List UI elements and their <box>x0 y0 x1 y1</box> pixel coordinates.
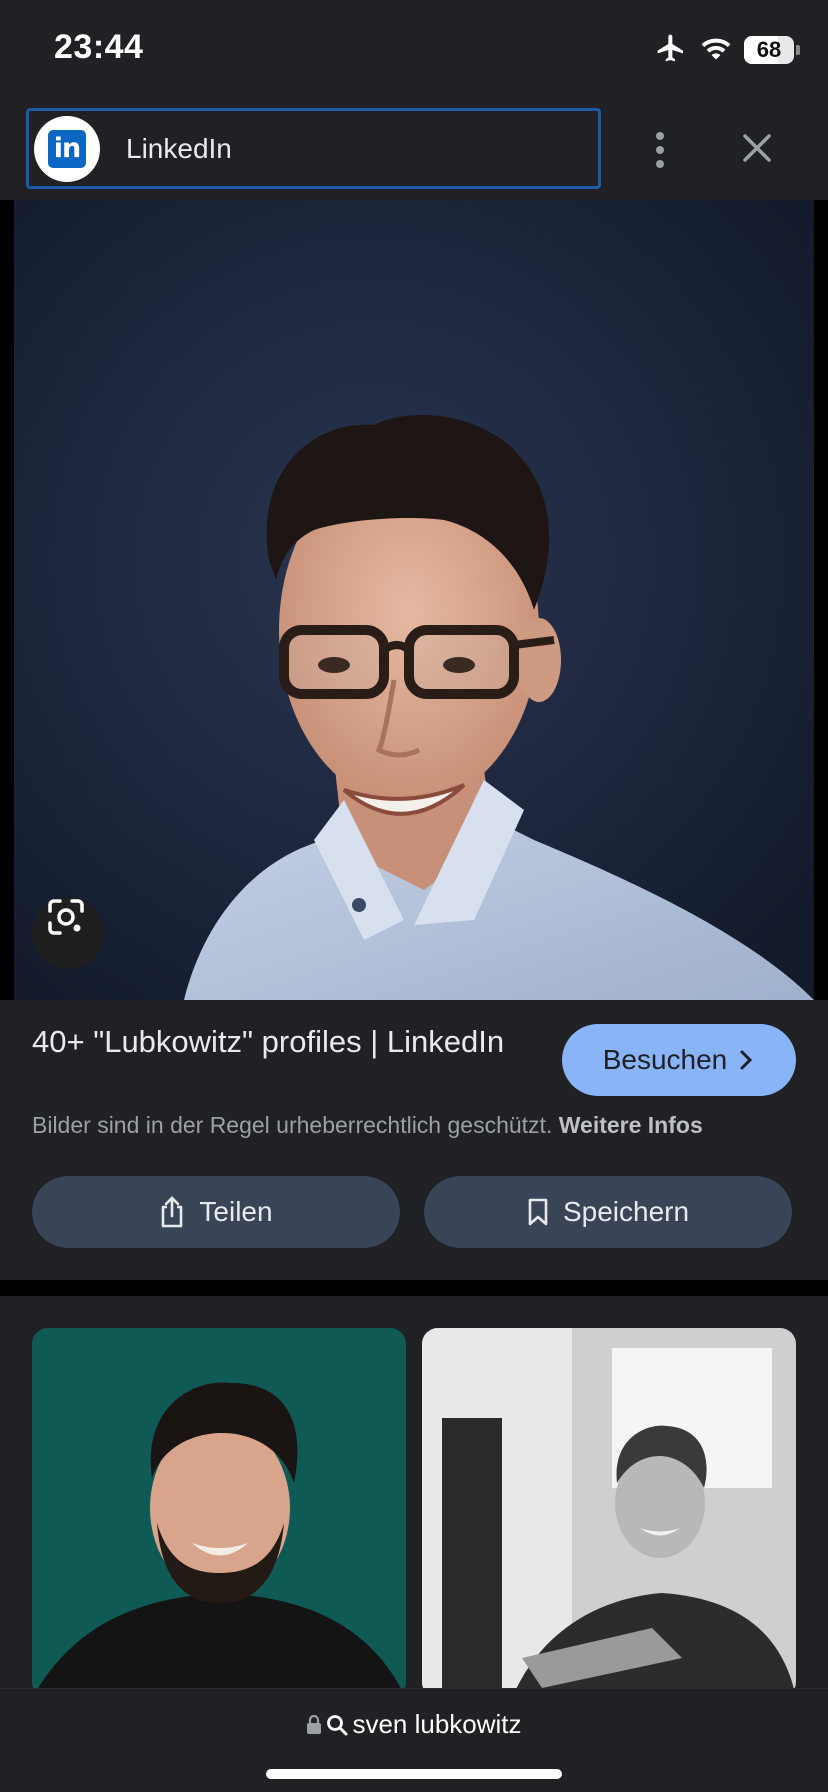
result-title[interactable]: 40+ "Lubkowitz" profiles | LinkedIn <box>32 1022 512 1062</box>
browser-bottom-bar: sven lubkowitz <box>0 1688 828 1792</box>
status-bar: 23:44 68 <box>0 0 828 100</box>
close-icon[interactable] <box>735 126 779 170</box>
result-info-panel: 40+ "Lubkowitz" profiles | LinkedIn Besu… <box>0 1000 828 1280</box>
address-text: sven lubkowitz <box>352 1709 522 1739</box>
viewer-header: in LinkedIn <box>0 100 828 200</box>
linkedin-logo-text: in <box>48 129 86 168</box>
lock-icon <box>307 1714 322 1734</box>
share-button[interactable]: Teilen <box>32 1176 400 1248</box>
related-image[interactable] <box>422 1328 796 1688</box>
home-indicator[interactable] <box>266 1769 562 1779</box>
battery-icon: 68 <box>744 36 800 64</box>
chevron-right-icon <box>740 1050 753 1070</box>
status-time: 23:44 <box>54 28 144 66</box>
save-button[interactable]: Speichern <box>424 1176 792 1248</box>
bookmark-icon <box>528 1198 548 1226</box>
section-divider <box>0 1280 828 1296</box>
related-images <box>0 1296 828 1688</box>
more-info-link[interactable]: Weitere Infos <box>559 1112 703 1138</box>
more-vert-icon[interactable] <box>640 126 680 174</box>
share-icon <box>162 1196 183 1228</box>
portrait-photo <box>14 200 814 1000</box>
battery-level: 68 <box>756 37 782 62</box>
source-name: LinkedIn <box>126 132 232 164</box>
share-label: Teilen <box>199 1196 273 1227</box>
copyright-notice: Bilder sind in der Regel urheberrechtlic… <box>32 1112 703 1139</box>
main-image[interactable] <box>0 200 828 1000</box>
google-lens-icon <box>48 899 84 935</box>
airplane-icon <box>654 32 688 69</box>
source-link[interactable]: in LinkedIn <box>26 108 601 189</box>
status-icons: 68 <box>654 32 800 69</box>
visit-button-label: Besuchen <box>602 1044 728 1075</box>
linkedin-logo-icon: in <box>34 115 100 182</box>
related-image[interactable] <box>32 1328 406 1688</box>
lens-button[interactable] <box>32 897 104 969</box>
address-bar[interactable]: sven lubkowitz <box>0 1709 828 1740</box>
battery-cap <box>796 45 800 55</box>
wifi-icon <box>700 34 732 67</box>
search-icon <box>327 1714 348 1735</box>
save-label: Speichern <box>562 1196 690 1227</box>
copyright-text: Bilder sind in der Regel urheberrechtlic… <box>32 1112 553 1138</box>
visit-button[interactable]: Besuchen <box>562 1024 796 1096</box>
